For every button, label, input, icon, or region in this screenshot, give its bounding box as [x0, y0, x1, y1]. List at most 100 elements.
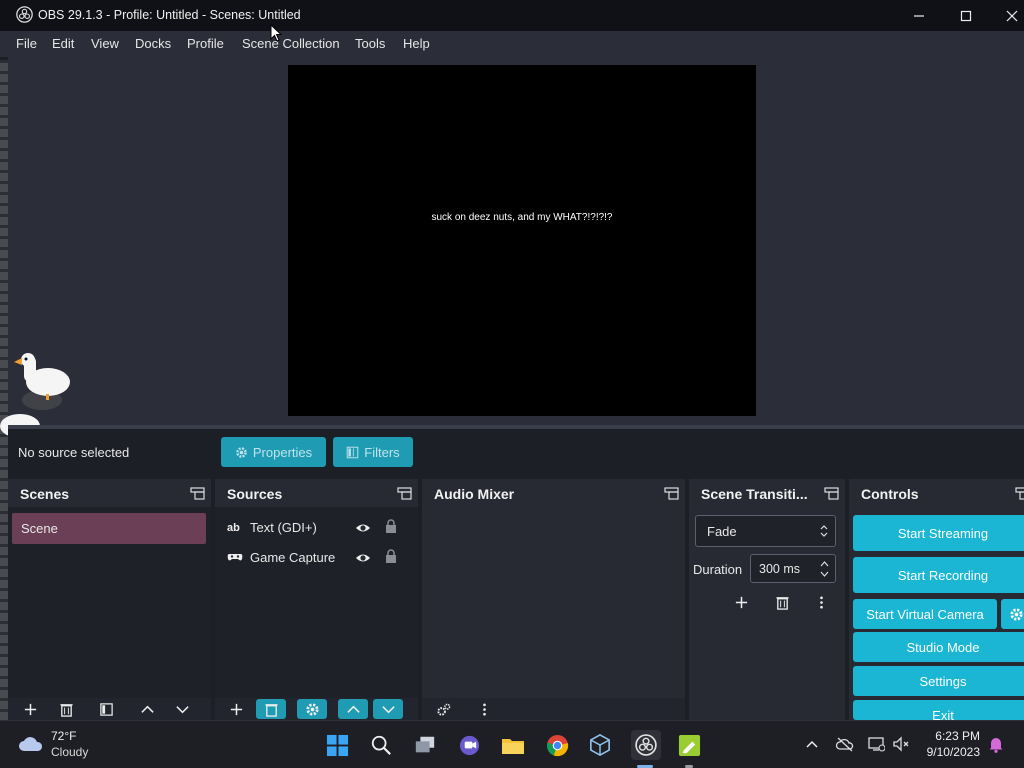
- minimize-button[interactable]: [897, 0, 941, 31]
- chat-button[interactable]: [456, 732, 482, 758]
- notes-app-button[interactable]: [676, 732, 702, 758]
- scenes-dock: Scenes Scene: [8, 479, 211, 720]
- menu-scene-collection[interactable]: Scene Collection: [242, 36, 340, 51]
- scene-item-label: Scene: [21, 521, 58, 536]
- audio-mixer-dock: Audio Mixer: [422, 479, 685, 720]
- transitions-header: Scene Transiti...: [689, 479, 845, 507]
- start-recording-button[interactable]: Start Recording: [853, 557, 1024, 593]
- menu-help[interactable]: Help: [403, 36, 430, 51]
- search-button[interactable]: [368, 732, 394, 758]
- remove-scene-button[interactable]: [53, 699, 79, 719]
- filter-icon: [99, 702, 113, 716]
- move-scene-down-button[interactable]: [169, 699, 195, 719]
- eye-icon[interactable]: [355, 521, 371, 535]
- mouse-cursor-icon: [270, 24, 282, 42]
- audio-menu-button[interactable]: [471, 699, 497, 719]
- add-source-button[interactable]: [223, 699, 249, 719]
- controls-header: Controls: [849, 479, 1024, 507]
- undock-icon[interactable]: [190, 487, 205, 500]
- add-transition-button[interactable]: [728, 592, 754, 612]
- source-item-game-capture[interactable]: Game Capture: [225, 545, 415, 571]
- obs-taskbar-button[interactable]: [631, 730, 661, 760]
- studio-mode-button[interactable]: Studio Mode: [853, 632, 1024, 662]
- source-properties-button[interactable]: [297, 699, 327, 719]
- add-scene-button[interactable]: [17, 699, 43, 719]
- menu-profile[interactable]: Profile: [187, 36, 224, 51]
- task-view-icon: [415, 736, 435, 753]
- close-button[interactable]: [990, 0, 1024, 31]
- start-streaming-button[interactable]: Start Streaming: [853, 515, 1024, 551]
- duration-spinbox[interactable]: 300 ms: [750, 554, 836, 583]
- system-clock[interactable]: 6:23 PM 9/10/2023: [927, 729, 980, 759]
- chrome-button[interactable]: [544, 732, 570, 758]
- move-scene-up-button[interactable]: [134, 699, 160, 719]
- chevron-up-icon: [346, 705, 360, 713]
- transition-menu-button[interactable]: [808, 592, 834, 612]
- spin-arrows-icon[interactable]: [820, 559, 829, 579]
- notification-bell-icon[interactable]: [988, 736, 1004, 753]
- sources-toolbar: [215, 698, 418, 720]
- start-button[interactable]: [324, 732, 350, 758]
- eye-icon[interactable]: [355, 551, 371, 565]
- lock-icon[interactable]: [385, 549, 397, 564]
- advanced-audio-button[interactable]: [430, 699, 456, 719]
- move-source-up-button[interactable]: [338, 699, 368, 719]
- audio-mixer-header: Audio Mixer: [422, 479, 685, 507]
- trash-icon: [775, 596, 789, 610]
- transitions-title: Scene Transiti...: [701, 486, 808, 502]
- duration-label: Duration: [693, 562, 743, 577]
- exit-button[interactable]: Exit: [853, 700, 1024, 720]
- undock-icon[interactable]: [397, 487, 412, 500]
- network-icon[interactable]: [867, 736, 885, 752]
- lock-icon[interactable]: [385, 519, 397, 534]
- move-source-down-button[interactable]: [373, 699, 403, 719]
- undock-icon[interactable]: [664, 487, 679, 500]
- menu-file[interactable]: File: [16, 36, 37, 51]
- volume-muted-icon[interactable]: [892, 736, 910, 752]
- virtual-camera-settings-button[interactable]: [1001, 599, 1024, 629]
- menu-view[interactable]: View: [91, 36, 119, 51]
- maximize-button[interactable]: [944, 0, 988, 31]
- menu-edit[interactable]: Edit: [52, 36, 74, 51]
- filter-icon: [347, 446, 359, 458]
- left-edge-strip: [0, 60, 8, 720]
- scene-item[interactable]: Scene: [12, 513, 206, 544]
- plus-icon: [24, 703, 36, 715]
- window-title: OBS 29.1.3 - Profile: Untitled - Scenes:…: [38, 8, 301, 22]
- cloud-icon: [19, 737, 43, 751]
- undock-icon[interactable]: [824, 487, 839, 500]
- chevron-down-icon: [175, 705, 189, 713]
- filters-button[interactable]: Filters: [333, 437, 413, 467]
- settings-button[interactable]: Settings: [853, 666, 1024, 696]
- undock-icon[interactable]: [1015, 487, 1024, 500]
- trash-icon: [59, 703, 73, 717]
- remove-source-button[interactable]: [256, 699, 286, 719]
- gear-icon: [305, 702, 319, 716]
- start-virtual-camera-button[interactable]: Start Virtual Camera: [853, 599, 997, 629]
- clock-date: 9/10/2023: [926, 745, 980, 759]
- task-view-button[interactable]: [412, 732, 438, 758]
- gears-icon: [436, 703, 450, 716]
- menu-tools[interactable]: Tools: [355, 36, 385, 51]
- virtual-camera-label: Start Virtual Camera: [866, 606, 984, 622]
- taskbar: 72°F Cloudy 6:23 PM 9/10/2023: [0, 720, 1024, 768]
- chevron-up-icon[interactable]: [805, 738, 819, 752]
- context-bar: [8, 429, 1024, 475]
- file-explorer-button[interactable]: [500, 732, 526, 758]
- notes-app-icon: [678, 734, 700, 756]
- audio-mixer-toolbar: [422, 698, 685, 720]
- source-item-text[interactable]: ab Text (GDI+): [225, 515, 415, 541]
- onedrive-off-icon[interactable]: [836, 736, 854, 752]
- properties-button[interactable]: Properties: [221, 437, 326, 467]
- remove-transition-button[interactable]: [769, 592, 795, 612]
- more-vertical-icon: [482, 703, 486, 715]
- chevron-updown-icon: [820, 525, 828, 537]
- svg-text:ab: ab: [227, 522, 240, 534]
- preview-canvas[interactable]: suck on deez nuts, and my WHAT?!?!?!?: [288, 65, 756, 416]
- menu-docks[interactable]: Docks: [135, 36, 171, 51]
- weather-condition: Cloudy: [51, 745, 89, 759]
- virtualbox-button[interactable]: [587, 732, 613, 758]
- scene-filters-button[interactable]: [93, 699, 119, 719]
- transition-select[interactable]: Fade: [695, 515, 836, 547]
- search-icon: [371, 735, 391, 755]
